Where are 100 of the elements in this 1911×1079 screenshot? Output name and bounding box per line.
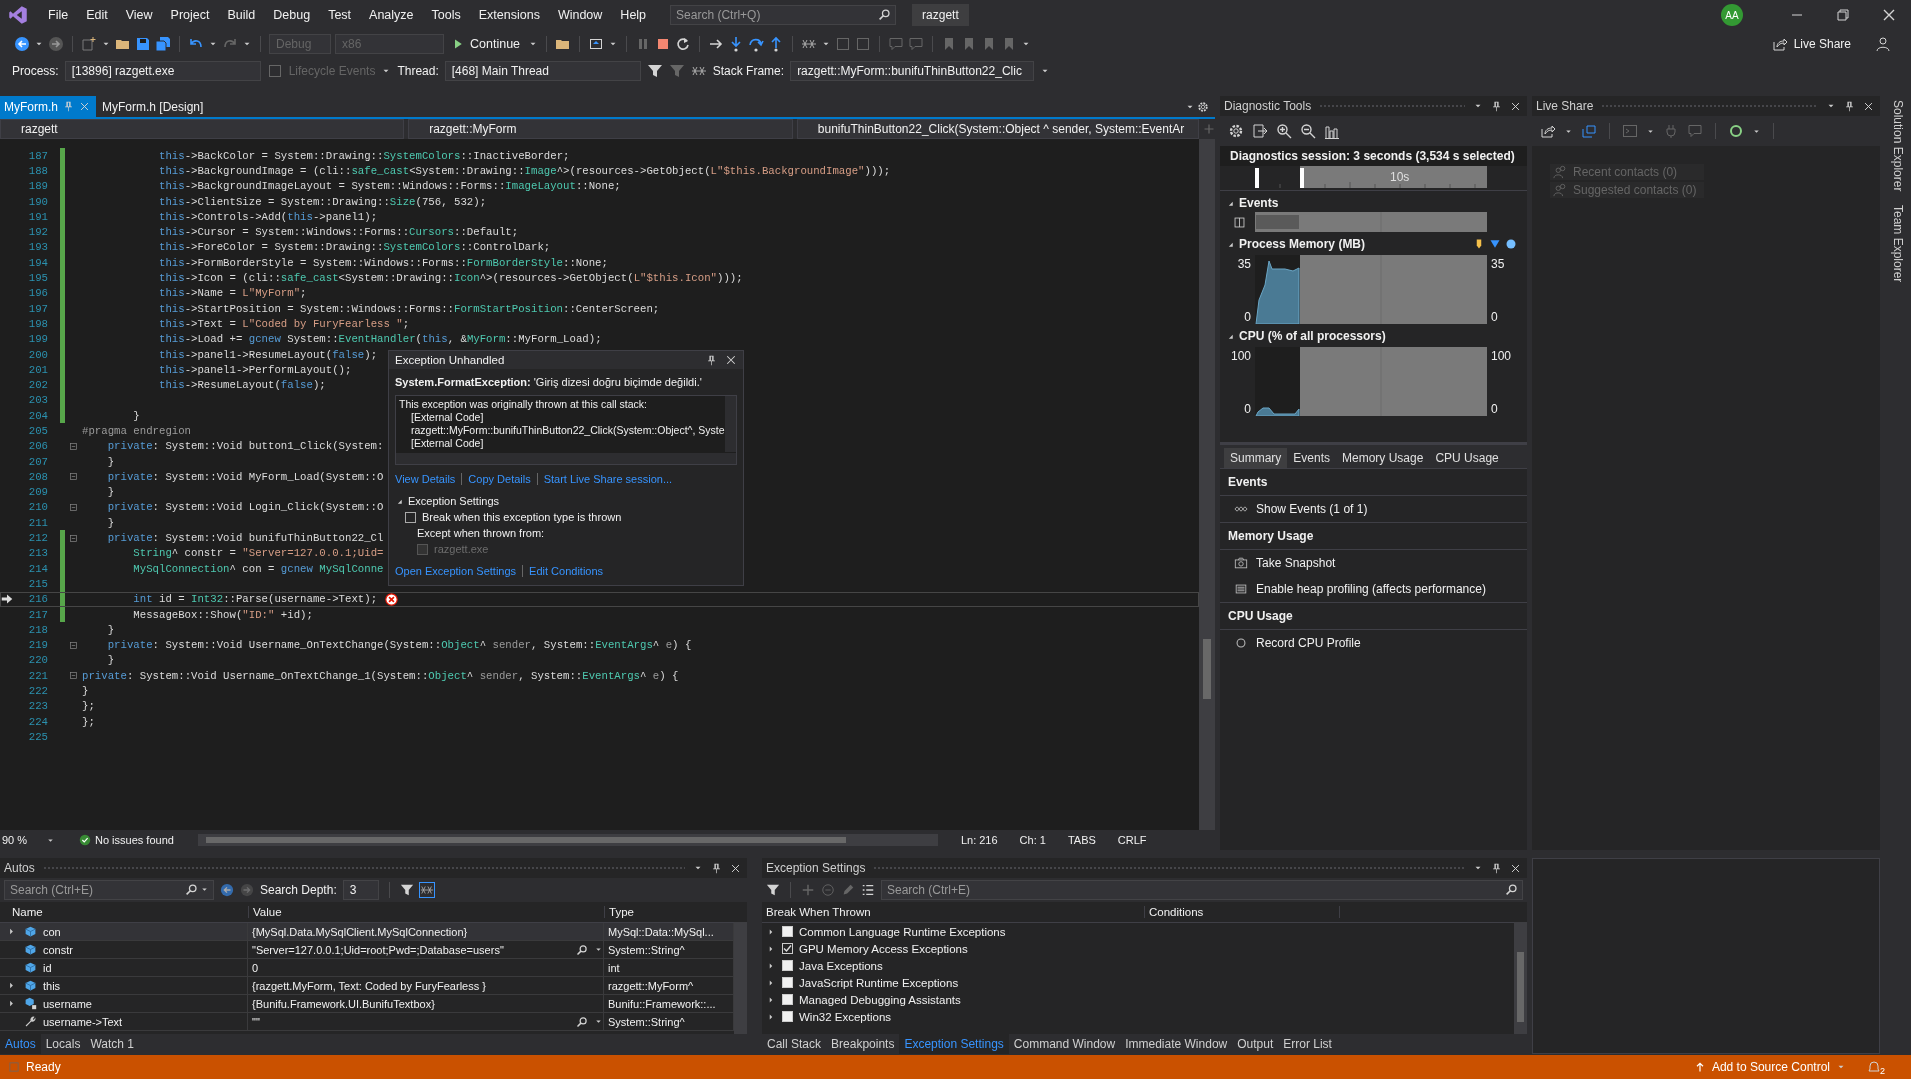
search-field[interactable]: Search (Ctrl+E): [881, 880, 1523, 900]
close-icon[interactable]: [1881, 7, 1897, 23]
pin-icon[interactable]: [706, 354, 717, 366]
window-icon[interactable]: [588, 36, 605, 52]
zoom-out-icon[interactable]: [1300, 123, 1316, 139]
save-icon[interactable]: [135, 36, 151, 52]
line-ending-indicator[interactable]: CRLF: [1108, 834, 1156, 846]
restart-icon[interactable]: [675, 36, 692, 52]
menu-item[interactable]: Help: [612, 8, 655, 22]
side-tab[interactable]: Solution Explorer: [1891, 100, 1905, 192]
action-link[interactable]: Show Events (1 of 1): [1256, 502, 1368, 516]
timeline-ruler-drawing[interactable]: [1255, 166, 1487, 188]
person-icon[interactable]: [1875, 36, 1891, 52]
pin-icon[interactable]: [1844, 100, 1855, 112]
export-icon[interactable]: [1252, 123, 1268, 139]
close-icon[interactable]: [725, 354, 737, 366]
comment-icon[interactable]: [888, 36, 905, 52]
forward-icon[interactable]: [48, 36, 64, 52]
action-link[interactable]: Take Snapshot: [1256, 556, 1336, 570]
bar-chart-icon[interactable]: [1324, 123, 1340, 139]
back-icon[interactable]: [220, 883, 234, 897]
save-all-icon[interactable]: [155, 36, 171, 52]
menu-item[interactable]: Test: [320, 8, 360, 22]
close-icon[interactable]: [1510, 100, 1521, 112]
link[interactable]: Copy Details: [468, 473, 531, 485]
magnifier-icon[interactable]: [576, 1015, 588, 1028]
scrollbar[interactable]: [396, 453, 736, 464]
link[interactable]: Start Live Share session...: [543, 473, 673, 485]
tab[interactable]: Error List: [1278, 1034, 1337, 1054]
tab[interactable]: Autos: [0, 1034, 41, 1054]
tab[interactable]: Call Stack: [762, 1034, 827, 1054]
collapse-icon[interactable]: [68, 670, 79, 682]
collapse-icon[interactable]: [68, 440, 79, 452]
forward-icon[interactable]: [240, 883, 254, 897]
menu-item[interactable]: Window: [549, 8, 611, 22]
thread-dropdown[interactable]: [468] Main Thread: [444, 61, 641, 81]
menu-item[interactable]: Extensions: [470, 8, 548, 22]
scrollbar[interactable]: [1514, 922, 1527, 1034]
collapse-icon[interactable]: [68, 532, 79, 544]
settings-icon[interactable]: [1197, 100, 1209, 113]
indent-indicator[interactable]: TABS: [1058, 834, 1105, 846]
edit-icon[interactable]: [841, 883, 855, 897]
filter-icon[interactable]: [399, 883, 414, 897]
process-dropdown[interactable]: [13896] razgett.exe: [64, 61, 261, 81]
pin-icon[interactable]: [1491, 862, 1502, 874]
checkbox[interactable]: [405, 511, 416, 523]
tab[interactable]: Summary: [1224, 448, 1288, 468]
scrollbar[interactable]: [1199, 139, 1215, 830]
variable-row[interactable]: constr "Server=127.0.0.1;Uid=root;Pwd=;Database=users" System::String^: [0, 941, 734, 959]
pin-icon[interactable]: [1491, 100, 1502, 112]
action-link[interactable]: Enable heap profiling (affects performance): [1256, 582, 1486, 596]
tab[interactable]: Exception Settings: [899, 1034, 1009, 1054]
close-icon[interactable]: [1863, 100, 1874, 112]
source-control-button[interactable]: Add to Source Control: [1711, 1060, 1830, 1074]
project-dropdown[interactable]: razgett: [0, 119, 405, 139]
caret-icon[interactable]: [594, 945, 603, 954]
search-icon[interactable]: [878, 8, 892, 21]
menu-item[interactable]: Tools: [423, 8, 469, 22]
variable-row[interactable]: username {Bunifu.Framework.UI.BunifuTextbox} Bunifu::Framework::...: [0, 995, 734, 1013]
pin-icon[interactable]: [711, 862, 722, 874]
collapse-icon[interactable]: [68, 501, 79, 513]
tab[interactable]: Locals: [40, 1034, 86, 1054]
step-over-icon[interactable]: [748, 36, 765, 52]
column-header[interactable]: Value: [248, 906, 604, 918]
link[interactable]: Open Exception Settings: [395, 565, 517, 577]
search-depth-dropdown[interactable]: 3: [342, 880, 379, 900]
zoom-dropdown[interactable]: 90 %: [2, 834, 42, 846]
collapse-icon[interactable]: [68, 639, 79, 651]
scrollbar[interactable]: [725, 396, 736, 452]
filter-icon[interactable]: [766, 883, 780, 897]
tab[interactable]: Memory Usage: [1336, 448, 1430, 468]
member-dropdown[interactable]: bunifuThinButton22_Click(System::Object ^ sender, System::EventAr: [796, 119, 1199, 139]
collapse-icon[interactable]: [68, 471, 79, 483]
user-avatar[interactable]: AA: [1721, 4, 1743, 26]
side-tab[interactable]: Team Explorer: [1891, 205, 1905, 283]
magnifier-icon[interactable]: [576, 943, 588, 956]
menu-item[interactable]: Project: [162, 8, 218, 22]
variable-row[interactable]: this {razgett.MyForm, Text: Coded by FuryFearless } razgett::MyForm^: [0, 977, 734, 995]
issues-status[interactable]: No issues found: [95, 834, 174, 846]
column-header[interactable]: Type: [604, 906, 734, 918]
menu-item[interactable]: Debug: [265, 8, 319, 22]
menu-item[interactable]: Build: [219, 8, 264, 22]
menu-item[interactable]: Edit: [78, 8, 116, 22]
link[interactable]: Edit Conditions: [529, 565, 604, 577]
new-project-icon[interactable]: [81, 36, 97, 52]
column-header[interactable]: Name: [0, 906, 248, 918]
terminal-icon[interactable]: [1622, 123, 1638, 139]
tab[interactable]: Output: [1232, 1034, 1279, 1054]
search-icon[interactable]: [1505, 883, 1518, 896]
comment-icon[interactable]: [1687, 123, 1703, 139]
tab[interactable]: Watch 1: [85, 1034, 139, 1054]
scrollbar[interactable]: [734, 922, 747, 1034]
pause-events-icon[interactable]: [1233, 215, 1246, 229]
stack-frame-dropdown[interactable]: razgett::MyForm::bunifuThinButton22_Clic: [790, 61, 1035, 81]
action-link[interactable]: Record CPU Profile: [1256, 636, 1361, 650]
hex-toggle-icon[interactable]: [419, 883, 434, 897]
zoom-in-icon[interactable]: [1276, 123, 1292, 139]
menu-item[interactable]: File: [40, 8, 77, 22]
column-header[interactable]: Break When Thrown: [762, 906, 1144, 918]
search-icon[interactable]: [185, 883, 198, 896]
